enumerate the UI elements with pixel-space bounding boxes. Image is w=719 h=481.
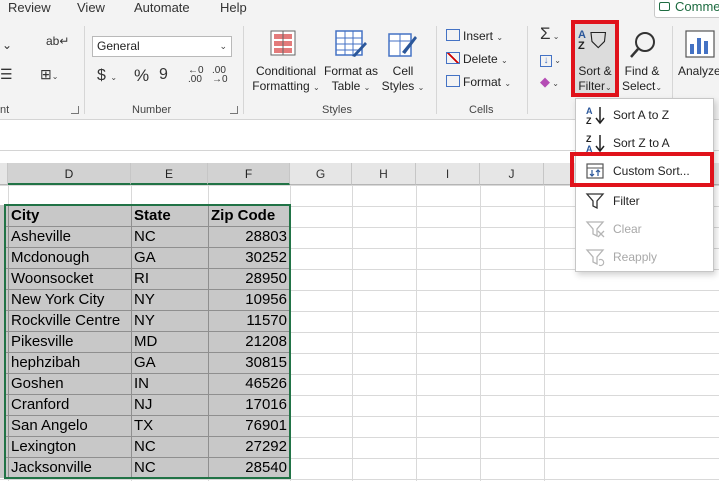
group-separator	[243, 26, 244, 114]
filter-icon	[585, 193, 605, 210]
find-select-icon[interactable]	[628, 30, 658, 60]
tab-automate[interactable]: Automate	[134, 0, 190, 15]
analyze-data-button[interactable]: Analyze	[678, 64, 719, 79]
analyze-data-icon[interactable]	[683, 28, 717, 60]
ribbon-tab-bar: Review View Automate Help Comments	[0, 0, 719, 20]
menu-item-reapply[interactable]: Reapply	[576, 243, 715, 271]
comments-button[interactable]: Comments	[654, 0, 719, 18]
conditional-formatting-icon[interactable]	[270, 30, 300, 58]
clear-icon[interactable]: ◆ ⌄	[540, 74, 559, 90]
find-select-button[interactable]: Find & Select⌄	[619, 64, 665, 95]
insert-label: Insert	[463, 29, 494, 43]
menu-item-label: Sort Z to A	[613, 136, 670, 150]
format-icon	[446, 75, 460, 87]
group-separator	[84, 26, 85, 114]
delete-cells-button[interactable]: Delete ⌄	[446, 52, 508, 66]
comments-label: Comments	[675, 0, 719, 14]
cell-styles-line2: Styles	[381, 79, 415, 93]
format-as-table-button[interactable]: Format as Table ⌄	[322, 64, 380, 95]
cell-styles-line1: Cell	[392, 64, 414, 78]
insert-cells-button[interactable]: Insert ⌄	[446, 29, 503, 43]
wrap-text-icon[interactable]: ab↵	[46, 34, 69, 48]
alignment-group-label: nt	[0, 104, 10, 116]
cell-styles-button[interactable]: Cell Styles ⌄	[378, 64, 428, 95]
cell-styles-icon[interactable]	[388, 30, 418, 58]
column-header-e[interactable]: E	[131, 163, 208, 185]
menu-item-clear[interactable]: Clear	[576, 215, 715, 243]
decrease-decimal-icon[interactable]: .00 →0	[212, 66, 228, 85]
chevron-down-icon: ⌄	[219, 41, 227, 51]
svg-text:Z: Z	[586, 116, 592, 125]
cells-group-label: Cells	[469, 104, 494, 116]
format-label: Format	[463, 75, 502, 89]
find-select-line2: Select	[621, 79, 656, 93]
svg-text:A: A	[586, 106, 593, 116]
custom-sort-highlight	[570, 152, 714, 187]
indent-icon[interactable]: ☰	[0, 66, 13, 83]
insert-icon	[446, 29, 460, 41]
number-group-label: Number	[132, 104, 172, 116]
column-header-h[interactable]: H	[352, 163, 416, 185]
find-select-line1: Find &	[624, 64, 660, 78]
merge-center-icon[interactable]: ⊞⌄	[40, 66, 58, 83]
format-as-table-icon[interactable]	[335, 30, 367, 58]
comment-icon	[659, 2, 670, 11]
menu-item-label: Sort A to Z	[613, 108, 670, 122]
sort-a-to-z-icon: A Z	[586, 106, 605, 125]
group-separator	[436, 26, 437, 114]
excel-window: Review View Automate Help Comments ⌄ ☰ a…	[0, 0, 719, 481]
comma-symbol: 9	[159, 66, 168, 83]
format-as-table-line1: Format as	[323, 64, 378, 78]
menu-item-label: Reapply	[613, 250, 658, 264]
tab-view[interactable]: View	[77, 0, 105, 15]
column-header-f[interactable]: F	[208, 163, 290, 185]
alignment-launcher-icon[interactable]	[71, 106, 79, 114]
autosum-icon[interactable]: Σ ⌄	[540, 24, 559, 44]
svg-text:Z: Z	[586, 134, 592, 144]
funnel-icon: ⛉	[590, 28, 607, 53]
sort-filter-button[interactable]: AZ ⛉ Sort & Filter⌄	[575, 24, 615, 94]
sort-filter-line2: Filter	[578, 79, 605, 93]
number-format-select[interactable]: General ⌄	[92, 36, 232, 57]
column-header-j[interactable]: J	[480, 163, 544, 185]
menu-item-label: Clear	[613, 222, 642, 236]
tab-help[interactable]: Help	[220, 0, 247, 15]
currency-symbol: $	[97, 67, 106, 84]
conditional-formatting-line2: Formatting	[252, 79, 310, 93]
sort-filter-label: Sort & Filter⌄	[571, 64, 619, 95]
delete-label: Delete	[463, 52, 498, 66]
percent-style-button[interactable]: %	[134, 66, 149, 86]
column-header-d[interactable]: D	[8, 163, 131, 185]
column-header-g[interactable]: G	[290, 163, 352, 185]
column-header-c-partial[interactable]	[0, 163, 8, 185]
clear-filter-icon	[585, 221, 605, 238]
conditional-formatting-button[interactable]: Conditional Formatting ⌄	[251, 64, 321, 95]
grid-line-horizontal	[0, 479, 719, 480]
sort-filter-icon: AZ	[578, 29, 586, 52]
fill-icon[interactable]: ↓ ⌄	[540, 52, 561, 67]
group-separator	[527, 26, 528, 114]
styles-group-label: Styles	[322, 104, 352, 116]
currency-format-button[interactable]: $ ⌄	[97, 67, 117, 85]
number-format-value: General	[97, 39, 140, 53]
conditional-formatting-line1: Conditional	[255, 64, 317, 78]
delete-icon	[446, 52, 460, 64]
percent-symbol: %	[134, 66, 150, 85]
reapply-filter-icon	[585, 249, 605, 267]
tab-review[interactable]: Review	[8, 0, 51, 15]
column-header-i[interactable]: I	[416, 163, 480, 185]
format-as-table-line2: Table	[331, 79, 361, 93]
menu-item-filter[interactable]: Filter	[576, 187, 715, 215]
number-launcher-icon[interactable]	[230, 106, 238, 114]
analyze-data-label: Analyze	[678, 64, 719, 78]
sort-z-to-a-icon: Z A	[586, 134, 605, 153]
menu-item-label: Filter	[613, 194, 640, 208]
menu-item-sort-a-to-z[interactable]: A Z Sort A to Z	[576, 101, 715, 129]
selection-border	[4, 204, 291, 479]
comma-style-button[interactable]: 9	[159, 66, 168, 84]
indent-chevron-icon[interactable]: ⌄	[2, 38, 12, 52]
increase-decimal-icon[interactable]: ←0.00	[188, 66, 204, 85]
sort-filter-line1: Sort &	[578, 64, 612, 78]
format-cells-button[interactable]: Format ⌄	[446, 75, 511, 89]
